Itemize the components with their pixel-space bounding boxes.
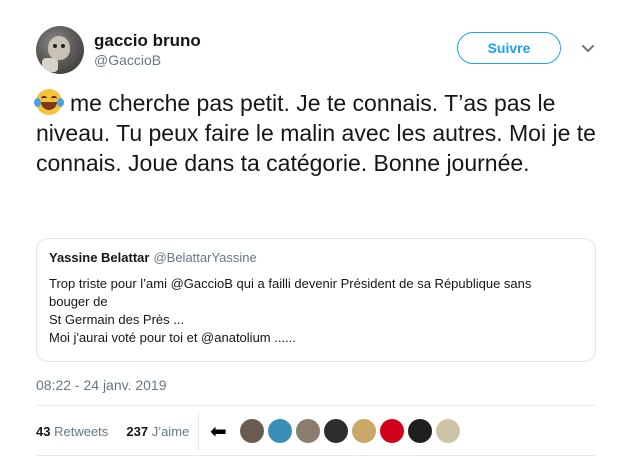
author-name[interactable]: gaccio bruno	[94, 31, 201, 51]
stats-separator	[198, 412, 199, 450]
quoted-text-line: bouger de	[49, 294, 108, 309]
quoted-author-name: Yassine Belattar	[49, 250, 150, 265]
chevron-down-icon[interactable]	[580, 40, 596, 56]
liker-avatar[interactable]	[240, 419, 264, 443]
tweet-timestamp[interactable]: 08:22 - 24 janv. 2019	[36, 377, 167, 393]
quoted-header: Yassine Belattar @BelattarYassine	[49, 249, 583, 267]
tweet-text: me cherche pas petit. Je te connais. T’a…	[34, 88, 596, 178]
likes-count[interactable]: 237	[126, 424, 148, 439]
likes-label[interactable]: J’aime	[152, 424, 190, 439]
avatar-hand	[42, 58, 58, 72]
retweets-count[interactable]: 43	[36, 424, 50, 439]
avatar-eye	[61, 44, 65, 48]
divider	[36, 455, 596, 456]
liker-avatar[interactable]	[436, 419, 460, 443]
liker-avatar[interactable]	[408, 419, 432, 443]
tweet-body: me cherche pas petit. Je te connais. T’a…	[36, 90, 596, 176]
quoted-text-line: Trop triste pour l’ami @GaccioB qui a fa…	[49, 276, 532, 291]
liker-avatar[interactable]	[352, 419, 376, 443]
likers-list	[240, 419, 460, 443]
retweets-label[interactable]: Retweets	[54, 424, 108, 439]
arrow-left-icon: ⬅	[210, 421, 227, 443]
liker-avatar[interactable]	[296, 419, 320, 443]
liker-avatar[interactable]	[380, 419, 404, 443]
liker-avatar[interactable]	[268, 419, 292, 443]
face-with-tears-of-joy-emoji	[34, 89, 64, 115]
liker-avatar[interactable]	[324, 419, 348, 443]
quoted-tweet[interactable]: Yassine Belattar @BelattarYassine Trop tr…	[36, 238, 596, 362]
quoted-author-handle: @BelattarYassine	[153, 250, 257, 265]
follow-button[interactable]: Suivre	[457, 32, 561, 64]
author-avatar[interactable]	[36, 26, 84, 74]
author-handle[interactable]: @GaccioB	[94, 52, 161, 68]
quoted-text-line: Moi j'aurai voté pour toi et @anatolium …	[49, 330, 296, 345]
avatar-eye	[53, 44, 57, 48]
avatar-face	[48, 36, 70, 60]
quoted-text-line: St Germain des Près ...	[49, 312, 185, 327]
divider	[36, 405, 596, 406]
tweet-stats: 43 Retweets 237 J’aime	[36, 424, 189, 439]
